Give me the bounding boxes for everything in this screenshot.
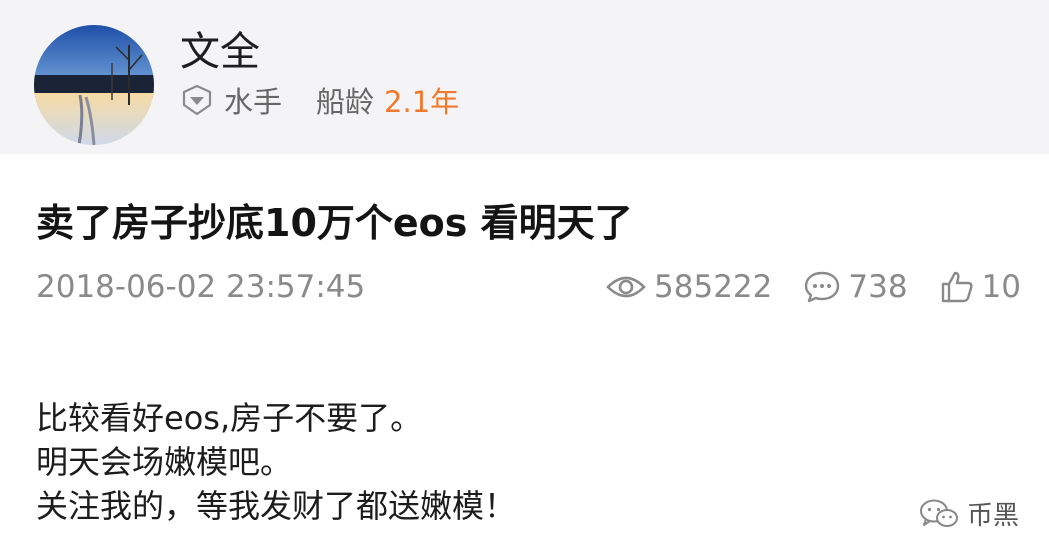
comment-icon (805, 271, 840, 303)
user-rank: 水手 (224, 85, 283, 119)
views-count: 585222 (654, 269, 773, 305)
watermark: 币黑 (919, 495, 1019, 532)
comments-stat[interactable]: 738 (804, 269, 908, 305)
likes-count: 10 (981, 269, 1021, 305)
post-body-line: 比较看好eos,房子不要了。 (36, 399, 423, 437)
post-stats: 585222 738 10 (606, 266, 1021, 308)
post-body-line: 关注我的，等我发财了都送嫩模！ (36, 487, 517, 525)
user-header: 文全 水手 船龄 2.1年 (0, 0, 1049, 154)
comments-count: 738 (848, 269, 908, 305)
post-body: 比较看好eos,房子不要了。 明天会场嫩模吧。 关注我的，等我发财了都送嫩模！ (36, 396, 516, 528)
views-stat: 585222 (606, 269, 772, 305)
username[interactable]: 文全 (180, 28, 260, 76)
account-age-value: 2.1年 (384, 85, 460, 119)
thumbs-up-icon (941, 271, 973, 303)
post-timestamp: 2018-06-02 23:57:45 (36, 269, 366, 305)
wechat-icon (919, 499, 958, 527)
diamond-icon (182, 84, 212, 116)
account-age-label: 船龄 (316, 85, 375, 119)
post-body-line: 明天会场嫩模吧。 (36, 443, 293, 481)
user-meta: 水手 船龄 2.1年 (180, 80, 459, 120)
likes-stat[interactable]: 10 (940, 269, 1021, 305)
post-title: 卖了房子抄底10万个eos 看明天了 (36, 201, 633, 245)
watermark-text: 币黑 (966, 501, 1019, 531)
eye-icon (606, 276, 646, 298)
avatar[interactable] (34, 25, 154, 145)
